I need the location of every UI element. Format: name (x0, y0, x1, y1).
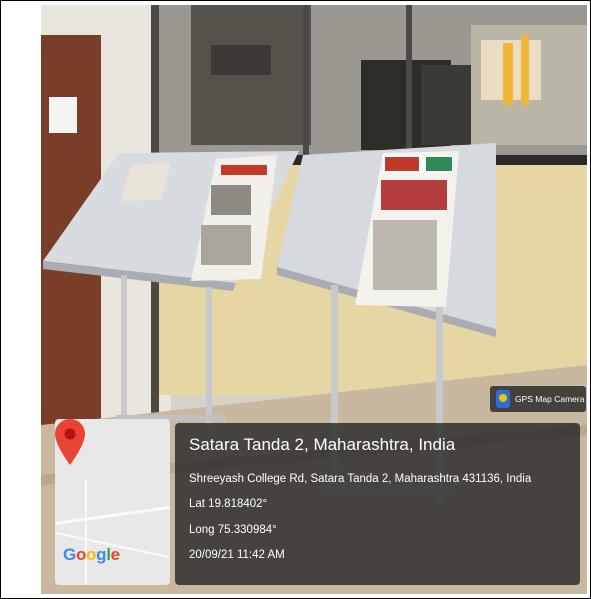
location-datetime: 20/09/21 11:42 AM (189, 549, 285, 561)
map-pin-icon (55, 419, 85, 465)
location-title: Satara Tanda 2, Maharashtra, India (189, 435, 456, 454)
page-frame: GPS Map Camera Google Satara Tanda 2, Ma… (0, 0, 591, 599)
gps-map-camera-icon (496, 390, 510, 408)
camera-badge-label: GPS Map Camera (515, 394, 585, 404)
gps-map-camera-badge: GPS Map Camera (490, 386, 586, 412)
location-details-panel: Satara Tanda 2, Maharashtra, India Shree… (175, 423, 580, 585)
google-logo: Google (63, 545, 120, 564)
location-overlay: Google Satara Tanda 2, Maharashtra, Indi… (55, 419, 580, 585)
geotagged-photo: GPS Map Camera Google Satara Tanda 2, Ma… (41, 5, 587, 594)
map-thumbnail: Google (55, 419, 170, 585)
location-address: Shreeyash College Rd, Satara Tanda 2, Ma… (189, 473, 532, 485)
location-latitude: Lat 19.818402° (189, 498, 268, 510)
location-longitude: Long 75.330984° (189, 524, 277, 536)
